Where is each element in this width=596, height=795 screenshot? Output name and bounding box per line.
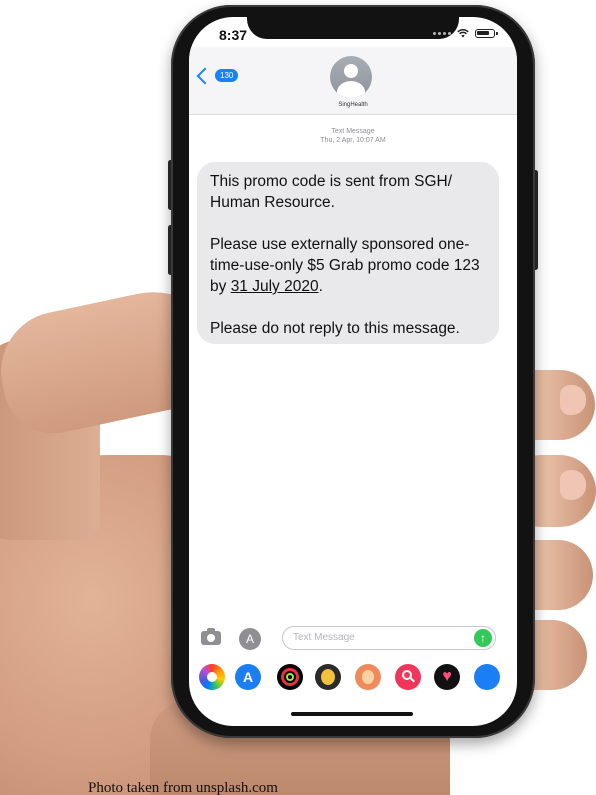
memoji-icon[interactable] bbox=[315, 664, 341, 690]
person-icon bbox=[344, 64, 358, 78]
photo-caption: Photo taken from unsplash.com bbox=[88, 780, 278, 795]
message-input[interactable]: Text Message ↑ bbox=[282, 626, 496, 650]
conversation-header: 130 SingHealth bbox=[189, 47, 517, 115]
photo-scene: 8:37 130 SingHealth Text Message Thu, 2 … bbox=[0, 0, 596, 795]
status-icons bbox=[433, 28, 498, 38]
contact-avatar[interactable] bbox=[330, 56, 372, 98]
camera-icon[interactable] bbox=[201, 628, 221, 645]
status-time: 8:37 bbox=[219, 27, 248, 43]
contact-name[interactable]: SingHealth bbox=[189, 102, 517, 108]
message-text: . bbox=[318, 278, 323, 295]
phone-notch bbox=[247, 17, 459, 39]
message-date-link[interactable]: 31 July 2020 bbox=[231, 278, 319, 295]
message-input-placeholder: Text Message bbox=[293, 632, 355, 643]
activity-icon[interactable] bbox=[277, 664, 303, 690]
back-button[interactable]: 130 bbox=[196, 67, 239, 84]
hand-fingernail bbox=[560, 385, 586, 415]
wifi-icon bbox=[457, 29, 469, 38]
app-icon-partial[interactable] bbox=[474, 664, 500, 690]
message-timestamp: Thu, 2 Apr, 10:07 AM bbox=[320, 137, 386, 144]
chevron-left-icon bbox=[196, 67, 214, 84]
hand-fingernail bbox=[560, 470, 586, 500]
phone-screen: 8:37 130 SingHealth Text Message Thu, 2 … bbox=[189, 17, 517, 726]
app-drawer: A bbox=[189, 661, 517, 695]
message-input-bar: A Text Message ↑ bbox=[189, 625, 517, 653]
message-paragraph: This promo code is sent from SGH/ Human … bbox=[210, 173, 453, 211]
signal-icon bbox=[433, 31, 451, 35]
home-indicator[interactable] bbox=[291, 712, 413, 716]
app-store-icon[interactable]: A bbox=[235, 664, 261, 690]
message-paragraph: Please do not reply to this message. bbox=[210, 320, 460, 337]
memoji-icon[interactable] bbox=[355, 664, 381, 690]
thread-meta: Text Message Thu, 2 Apr, 10:07 AM bbox=[189, 127, 517, 145]
message-paragraph: Please use externally sponsored one-time… bbox=[210, 234, 487, 297]
app-store-icon[interactable]: A bbox=[239, 628, 261, 650]
send-button[interactable]: ↑ bbox=[474, 629, 492, 647]
photos-icon[interactable] bbox=[199, 664, 225, 690]
battery-icon bbox=[475, 28, 498, 38]
person-icon-body bbox=[337, 81, 365, 98]
message-bubble[interactable]: This promo code is sent from SGH/ Human … bbox=[197, 162, 499, 344]
message-type-label: Text Message bbox=[331, 128, 375, 135]
heart-icon[interactable] bbox=[434, 664, 460, 690]
search-icon[interactable] bbox=[395, 664, 421, 690]
unread-count-badge: 130 bbox=[215, 69, 239, 82]
